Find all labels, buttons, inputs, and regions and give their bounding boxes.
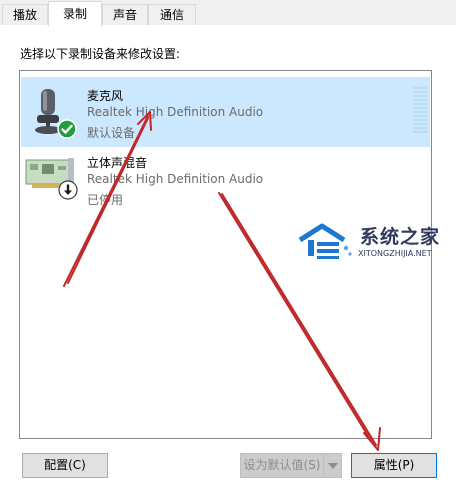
device-name: 麦克风 [87,89,124,103]
device-status: 已停用 [87,193,124,207]
device-status: 默认设备 [87,126,136,140]
tab-communications[interactable]: 通信 [148,4,196,25]
watermark-logo-icon [298,223,352,259]
device-name: 立体声混音 [87,156,148,170]
properties-button[interactable]: 属性(P) [351,453,437,478]
set-default-dropdown-button[interactable] [323,453,342,478]
tab-bar: 播放 录制 声音 通信 [0,0,456,26]
device-item-stereo-mix[interactable]: 立体声混音 Realtek High Definition Audio 已停用 [21,144,430,214]
tab-recording[interactable]: 录制 [48,1,102,26]
set-default-button[interactable]: 设为默认值(S) [240,453,324,478]
green-check-icon [57,119,77,139]
device-description: Realtek High Definition Audio [87,105,264,119]
down-arrow-disabled-icon [58,180,78,200]
instruction-text: 选择以下录制设备来修改设置: [20,47,181,61]
watermark-subtitle: XITONGZHIJIA.NET [358,249,432,258]
device-item-microphone[interactable]: 麦克风 Realtek High Definition Audio 默认设备 [21,77,430,147]
watermark-title: 系统之家 [360,226,441,248]
watermark: 系统之家 XITONGZHIJIA.NET [294,218,454,262]
device-description: Realtek High Definition Audio [87,172,264,186]
tab-playback[interactable]: 播放 [2,4,48,25]
configure-button[interactable]: 配置(C) [22,453,108,478]
level-meter [413,87,427,133]
tab-sounds[interactable]: 声音 [102,4,148,25]
